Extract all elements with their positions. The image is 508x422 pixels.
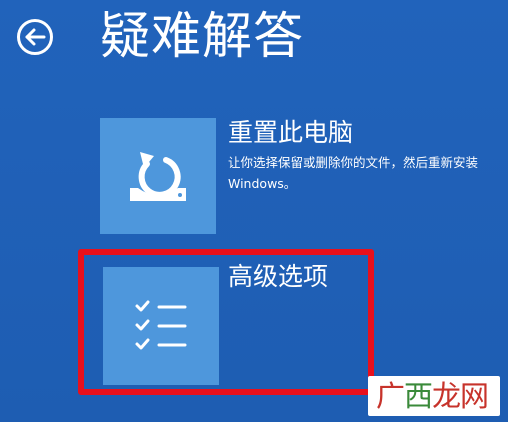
back-button[interactable] [15, 17, 55, 57]
reset-pc-title: 重置此电脑 [228, 118, 354, 147]
back-arrow-icon [17, 19, 53, 55]
checklist-icon [135, 300, 187, 350]
advanced-options-option[interactable]: 高级选项 [100, 262, 500, 386]
advanced-options-tile [103, 267, 219, 385]
reset-pc-option[interactable]: 重置此电脑 让你选择保留或删除你的文件，然后重新安装 Windows。 [100, 118, 500, 236]
watermark-char-a: 广 [376, 379, 405, 413]
watermark-logo: 广西龙网 [368, 376, 500, 416]
watermark-char-c: 龙网 [432, 379, 489, 413]
page-title: 疑难解答 [100, 7, 304, 65]
reset-pc-tile [100, 118, 216, 234]
watermark-text: 广西龙网 [376, 378, 489, 414]
reset-pc-description: 让你选择保留或删除你的文件，然后重新安装 Windows。 [228, 155, 479, 191]
reset-pc-icon [130, 152, 186, 201]
watermark-char-b: 西 [404, 379, 433, 413]
advanced-options-title: 高级选项 [228, 262, 329, 291]
troubleshoot-screen: 疑难解答 重置此电脑 让你选择保留或删除你的文件，然后重新安装 Windows。 [0, 0, 508, 422]
